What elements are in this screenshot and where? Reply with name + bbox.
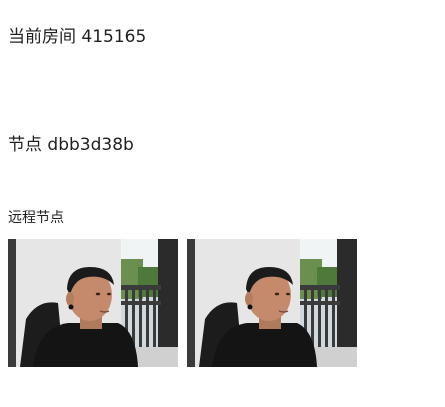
video-frame-2	[187, 239, 357, 367]
current-room-heading: 当前房间 415165	[8, 26, 146, 48]
remote-video-list	[8, 239, 357, 367]
remote-video-2[interactable]	[187, 239, 357, 367]
node-id: dbb3d38b	[47, 135, 134, 155]
node-heading: 节点 dbb3d38b	[8, 134, 134, 156]
remote-video-1[interactable]	[8, 239, 178, 367]
current-room-label: 当前房间	[8, 27, 76, 47]
current-room-id: 415165	[81, 27, 147, 47]
remote-nodes-label: 远程节点	[8, 210, 64, 226]
video-frame-1	[8, 239, 178, 367]
node-label: 节点	[8, 135, 42, 155]
